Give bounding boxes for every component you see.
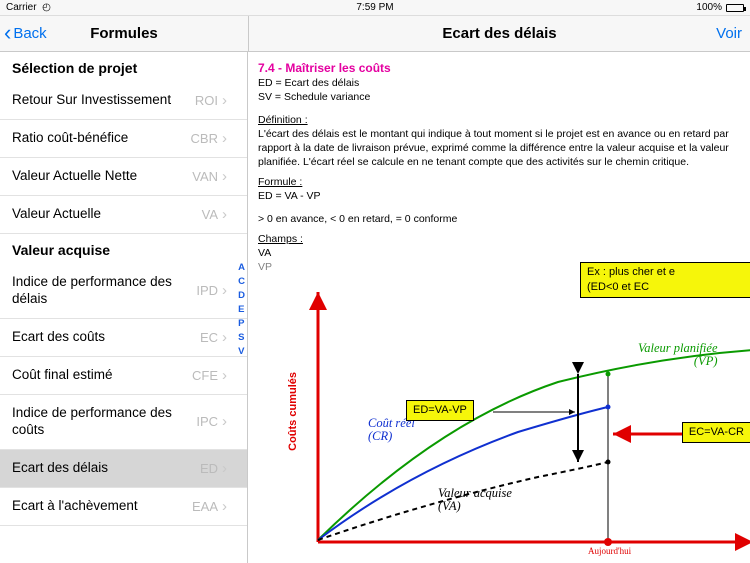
sidebar: Sélection de projet Retour Sur Investiss… <box>0 52 248 563</box>
section-header-valeur-acquise: Valeur acquise <box>0 234 247 264</box>
definition-body: L'écart des délais est le montant qui in… <box>258 127 740 170</box>
sidebar-item-ipc[interactable]: Indice de performance des coûts IPC › <box>0 395 247 450</box>
sidebar-item-code: VAN <box>192 169 218 184</box>
sidebar-item-label: Retour Sur Investissement <box>12 92 195 109</box>
sidebar-item-code: IPC <box>196 414 218 429</box>
content-heading: 7.4 - Maîtriser les coûts <box>258 60 740 76</box>
navigation-bar: ‹ Back Formules Ecart des délais Voir <box>0 16 750 52</box>
sidebar-item-label: Ratio coût-bénéfice <box>12 130 191 147</box>
sidebar-item-label: Indice de performance des délais <box>12 274 196 308</box>
sidebar-item-code: EAA <box>192 499 218 514</box>
sidebar-item-label: Valeur Actuelle Nette <box>12 168 192 185</box>
detail-pane[interactable]: 7.4 - Maîtriser les coûts ED = Ecart des… <box>248 52 750 563</box>
section-header-selection: Sélection de projet <box>0 52 247 82</box>
sidebar-item-cfe[interactable]: Coût final estimé CFE › <box>0 357 247 395</box>
status-bar: Carrier ◴ 7:59 PM 100% <box>0 0 750 16</box>
back-button[interactable]: ‹ Back <box>4 24 47 44</box>
chevron-right-icon: › <box>222 130 227 147</box>
chevron-left-icon: ‹ <box>4 22 11 44</box>
sidebar-item-code: ED <box>200 461 218 476</box>
sidebar-item-label: Ecart des coûts <box>12 329 200 346</box>
section-index[interactable]: A C D E P S V <box>238 262 245 357</box>
clock: 7:59 PM <box>0 2 750 13</box>
sidebar-item-code: ROI <box>195 93 218 108</box>
ec-formula-box: EC=VA-CR <box>682 422 750 443</box>
today-label: Aujourd'hui <box>588 545 631 557</box>
y-axis-label: Coûts cumulés <box>286 372 301 451</box>
va-label: Valeur acquise (VA) <box>438 487 512 513</box>
sidebar-item-cbr[interactable]: Ratio coût-bénéfice CBR › <box>0 120 247 158</box>
index-letter[interactable]: A <box>238 262 245 273</box>
champs-va: VA <box>258 246 740 260</box>
example-box: Ex : plus cher et e (ED<0 et EC <box>580 262 750 298</box>
sidebar-item-code: VA <box>202 207 218 222</box>
sidebar-item-ipd[interactable]: Indice de performance des délais IPD › <box>0 264 247 319</box>
sidebar-item-code: EC <box>200 330 218 345</box>
battery-icon <box>726 4 744 12</box>
detail-title: Ecart des délais <box>249 25 750 42</box>
index-letter[interactable]: E <box>238 304 245 315</box>
index-letter[interactable]: S <box>238 332 245 343</box>
sign-line: > 0 en avance, < 0 en retard, = 0 confor… <box>258 212 740 226</box>
vp-label: Valeur planifiée (VP) <box>638 342 718 368</box>
ed-line: ED = Ecart des délais <box>258 76 740 90</box>
back-label: Back <box>13 25 46 42</box>
chevron-right-icon: › <box>222 92 227 109</box>
nav-separator <box>248 16 249 51</box>
chevron-right-icon: › <box>222 460 227 477</box>
chevron-right-icon: › <box>222 282 227 299</box>
index-letter[interactable]: D <box>238 290 245 301</box>
sidebar-item-code: CBR <box>191 131 218 146</box>
chevron-right-icon: › <box>222 329 227 346</box>
sidebar-item-code: CFE <box>192 368 218 383</box>
sidebar-item-label: Ecart des délais <box>12 460 200 477</box>
chart-svg <box>258 262 750 563</box>
definition-title: Définition : <box>258 113 740 127</box>
sidebar-item-va[interactable]: Valeur Actuelle VA › <box>0 196 247 234</box>
index-letter[interactable]: V <box>238 346 245 357</box>
chevron-right-icon: › <box>222 367 227 384</box>
sidebar-item-label: Indice de performance des coûts <box>12 405 196 439</box>
cr-label: Coût réel (CR) <box>368 417 415 443</box>
chevron-right-icon: › <box>222 498 227 515</box>
diagram: Coûts cumulés Ex : plus cher et e (ED<0 … <box>258 262 750 563</box>
voir-button[interactable]: Voir <box>716 25 742 42</box>
sidebar-item-label: Coût final estimé <box>12 367 192 384</box>
chevron-right-icon: › <box>222 413 227 430</box>
chevron-right-icon: › <box>222 206 227 223</box>
formule-body: ED = VA - VP <box>258 189 740 203</box>
sidebar-item-van[interactable]: Valeur Actuelle Nette VAN › <box>0 158 247 196</box>
index-letter[interactable]: C <box>238 276 245 287</box>
sidebar-item-code: IPD <box>196 283 218 298</box>
formule-title: Formule : <box>258 175 740 189</box>
sv-line: SV = Schedule variance <box>258 90 740 104</box>
sidebar-item-ed[interactable]: Ecart des délais ED › <box>0 450 247 488</box>
ed-formula-box: ED=VA-VP <box>406 400 474 421</box>
sidebar-item-eaa[interactable]: Ecart à l'achèvement EAA › <box>0 488 247 526</box>
index-letter[interactable]: P <box>238 318 245 329</box>
sidebar-item-label: Valeur Actuelle <box>12 206 202 223</box>
chevron-right-icon: › <box>222 168 227 185</box>
sidebar-item-roi[interactable]: Retour Sur Investissement ROI › <box>0 82 247 120</box>
sidebar-item-ec[interactable]: Ecart des coûts EC › <box>0 319 247 357</box>
sidebar-item-label: Ecart à l'achèvement <box>12 498 192 515</box>
champs-title: Champs : <box>258 232 740 246</box>
